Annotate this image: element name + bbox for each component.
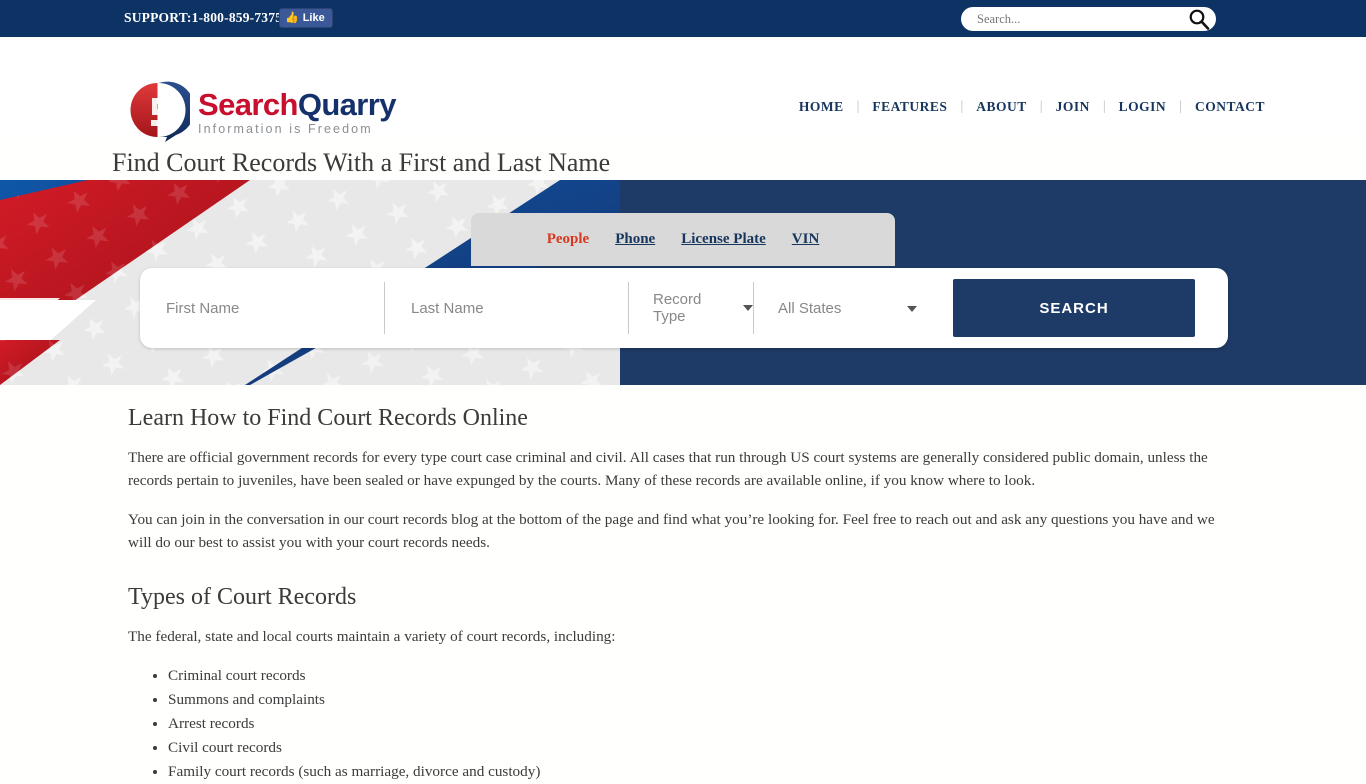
tab-vin[interactable]: VIN <box>779 231 833 248</box>
court-record-types-list: Criminal court records Summons and compl… <box>128 664 1238 784</box>
facebook-like-button[interactable]: 👍 Like <box>279 8 333 28</box>
nav-item-join[interactable]: JOIN <box>1043 99 1103 115</box>
site-header: SearchQuarry Information is Freedom HOME… <box>0 37 1366 142</box>
chevron-down-icon <box>907 306 917 312</box>
search-button[interactable]: SEARCH <box>953 279 1195 337</box>
nav-item-features[interactable]: FEATURES <box>859 99 960 115</box>
logo-word-quarry: Quarry <box>297 86 397 122</box>
state-label: All States <box>778 299 842 317</box>
paragraph-blog: You can join in the conversation in our … <box>128 511 1215 551</box>
heading-types-of-court-records: Types of Court Records <box>128 584 357 610</box>
logo-tagline: Information is Freedom <box>198 121 373 136</box>
main-content: Learn How to Find Court Records Online T… <box>0 385 1366 784</box>
logo-word-search: Search <box>198 86 298 122</box>
list-item: Civil court records <box>168 736 1238 760</box>
list-item: Arrest records <box>168 712 1238 736</box>
searchquarry-emblem-icon <box>128 81 195 143</box>
nav-item-about[interactable]: ABOUT <box>963 99 1040 115</box>
people-search-form: Record Type All States SEARCH <box>140 268 1228 348</box>
hero-banner: People Phone License Plate VIN Record Ty… <box>0 180 1366 385</box>
site-search-box[interactable] <box>961 7 1216 31</box>
last-name-field[interactable] <box>385 282 629 334</box>
search-icon[interactable] <box>1188 8 1210 30</box>
first-name-field[interactable] <box>140 282 385 334</box>
tab-people[interactable]: People <box>534 231 603 248</box>
site-search-input[interactable] <box>975 10 1188 28</box>
page-title: Find Court Records With a First and Last… <box>112 148 611 178</box>
nav-item-home[interactable]: HOME <box>786 99 857 115</box>
heading-learn-how: Learn How to Find Court Records Online <box>128 405 528 431</box>
nav-item-contact[interactable]: CONTACT <box>1182 99 1278 115</box>
first-name-input[interactable] <box>164 298 384 318</box>
list-item: Family court records (such as marriage, … <box>168 760 1238 784</box>
paragraph-intro: There are official government records fo… <box>128 449 1208 489</box>
paragraph-types-intro: The federal, state and local courts main… <box>128 628 616 645</box>
search-type-tabs: People Phone License Plate VIN <box>471 213 895 266</box>
list-item: Criminal court records <box>168 664 1238 688</box>
last-name-input[interactable] <box>409 298 628 318</box>
nav-item-login[interactable]: LOGIN <box>1106 99 1180 115</box>
record-type-label: Record Type <box>653 291 702 325</box>
list-item: Summons and complaints <box>168 688 1238 712</box>
top-support-bar: SUPPORT:1-800-859-7375 👍 Like <box>0 0 1366 37</box>
record-type-select[interactable]: Record Type <box>629 282 754 334</box>
support-phone-text: SUPPORT:1-800-859-7375 <box>124 10 283 25</box>
tab-phone[interactable]: Phone <box>602 231 668 248</box>
site-logo[interactable]: SearchQuarry Information is Freedom <box>128 81 396 143</box>
state-select[interactable]: All States <box>754 282 939 334</box>
tab-license-plate[interactable]: License Plate <box>668 231 779 248</box>
main-navigation: HOME | FEATURES | ABOUT | JOIN | LOGIN |… <box>786 99 1278 115</box>
facebook-like-label: Like <box>302 12 325 24</box>
thumbs-up-icon: 👍 <box>285 11 299 24</box>
chevron-down-icon <box>743 305 753 311</box>
